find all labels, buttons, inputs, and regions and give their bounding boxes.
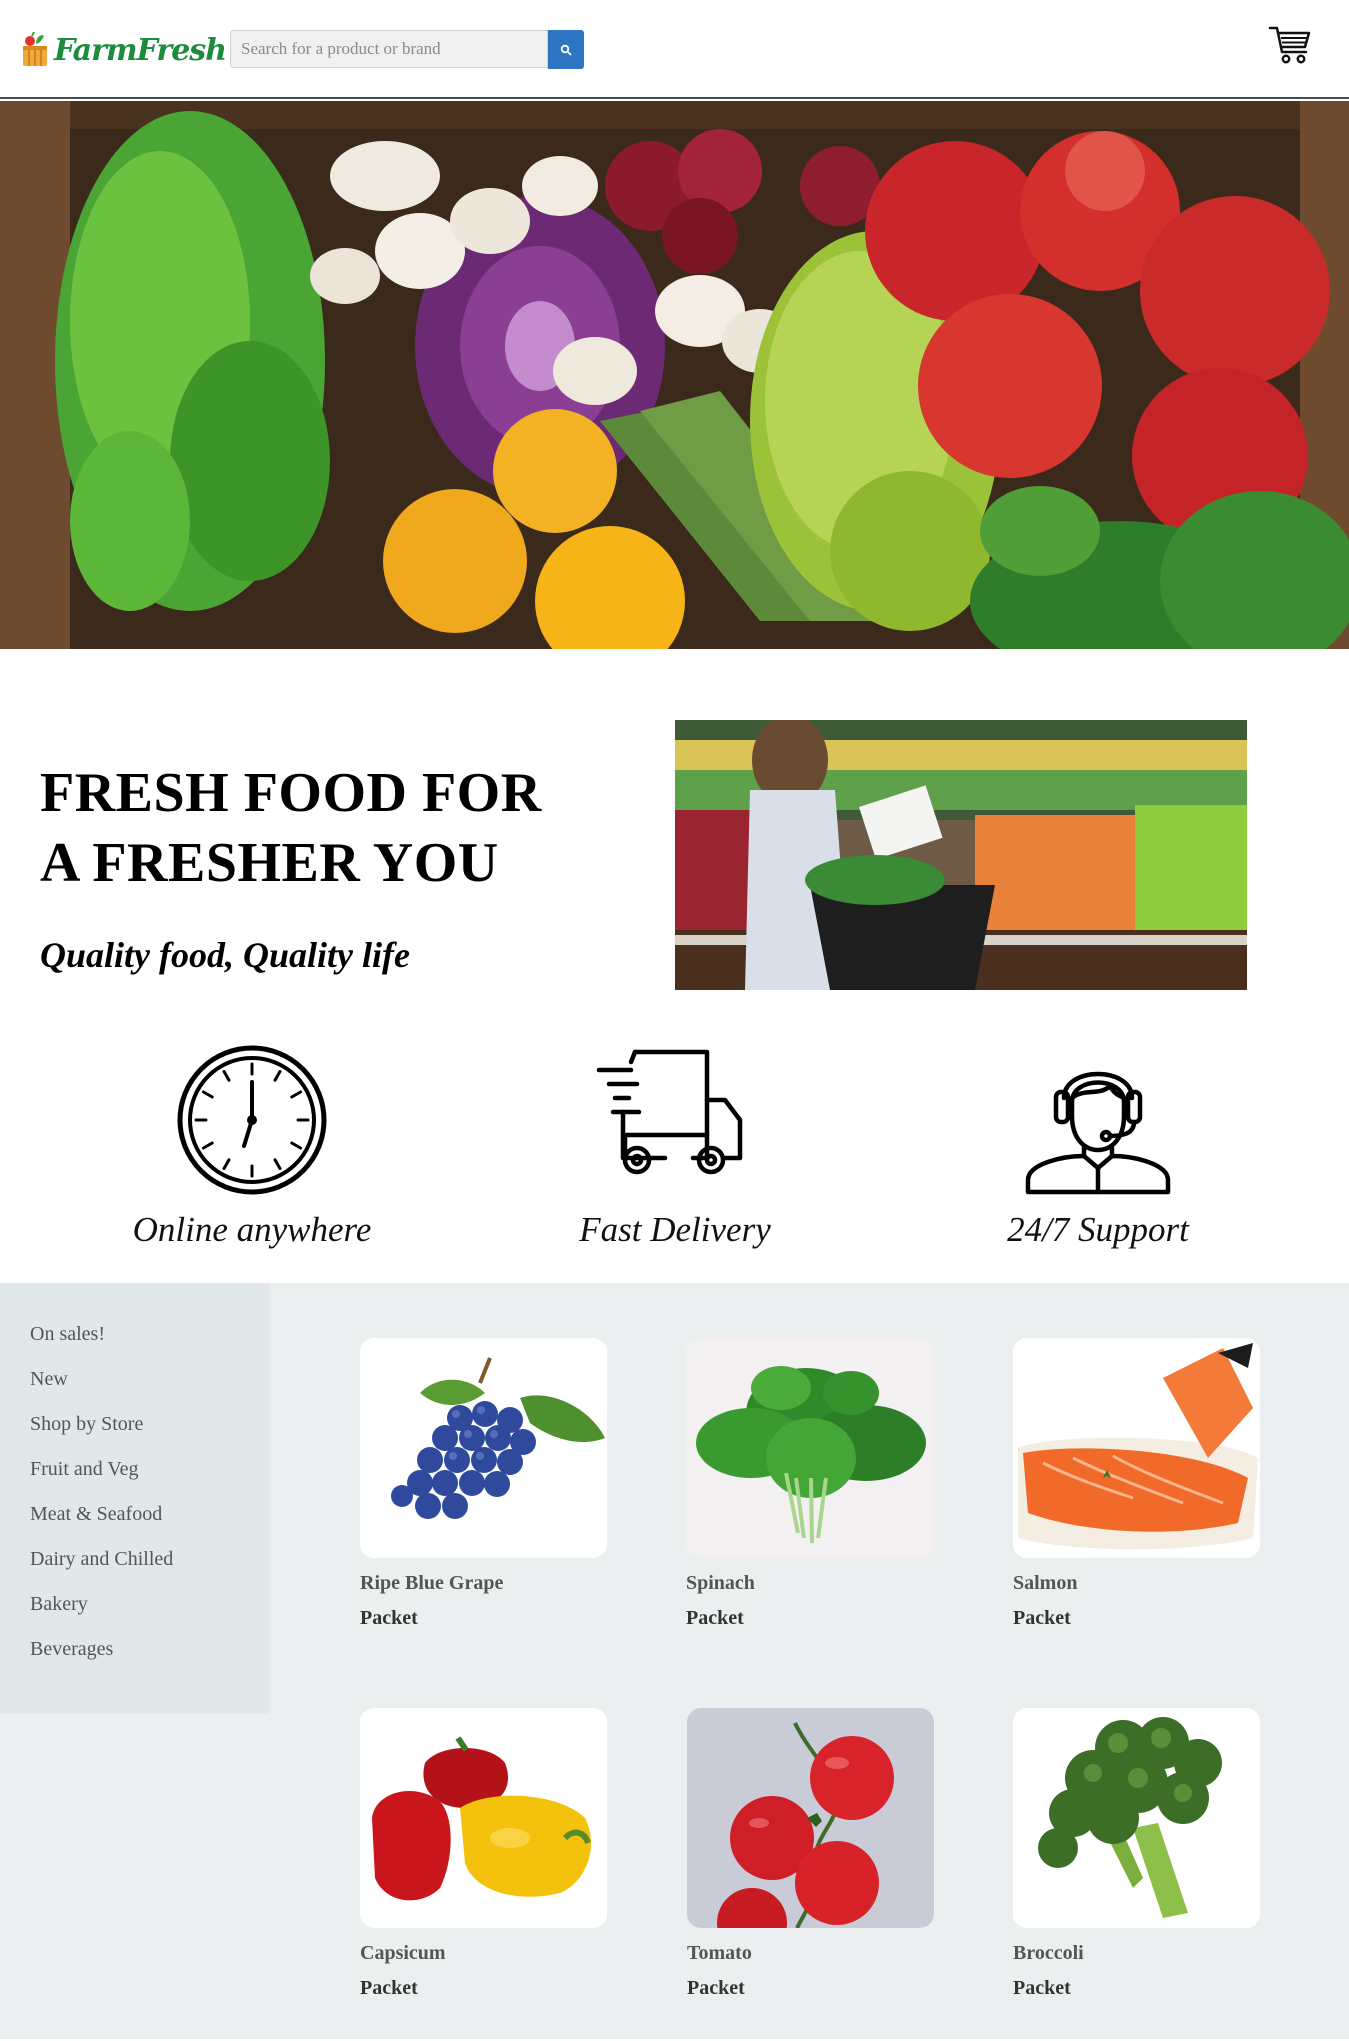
logo[interactable]: FarmFresh <box>20 28 227 72</box>
sidebar-item-on-sales[interactable]: On sales! <box>0 1321 270 1366</box>
product-name: Broccoli <box>1013 1942 1084 1964</box>
sidebar-item-bakery[interactable]: Bakery <box>0 1591 270 1636</box>
sidebar-item-shop-by-store[interactable]: Shop by Store <box>0 1411 270 1456</box>
product-image-grape[interactable] <box>360 1338 607 1558</box>
shopping-cart-icon[interactable] <box>1268 24 1312 66</box>
sidebar-item-beverages[interactable]: Beverages <box>0 1636 270 1681</box>
product-image-capsicum[interactable] <box>360 1708 607 1928</box>
intro-title: FRESH FOOD FOR A FRESHER YOU <box>40 758 600 898</box>
product-unit: Packet <box>360 1607 418 1629</box>
product-unit: Packet <box>687 1977 745 1999</box>
sidebar-item-dairy-chilled[interactable]: Dairy and Chilled <box>0 1546 270 1591</box>
clock-icon <box>172 1040 332 1200</box>
product-card[interactable]: Ripe Blue Grape Packet <box>360 1338 607 1630</box>
product-card[interactable]: Spinach Packet <box>686 1338 933 1630</box>
search-icon <box>560 44 572 56</box>
product-unit: Packet <box>360 1977 418 1999</box>
product-card[interactable]: Salmon Packet <box>1013 1338 1260 1630</box>
intro-title-line2: A FRESHER YOU <box>40 832 499 894</box>
product-image-spinach[interactable] <box>686 1338 933 1558</box>
delivery-truck-icon <box>595 1040 755 1200</box>
product-image-broccoli[interactable] <box>1013 1708 1260 1928</box>
product-unit: Packet <box>686 1607 744 1629</box>
sidebar-item-new[interactable]: New <box>0 1366 270 1411</box>
search-input[interactable] <box>230 30 548 68</box>
feature-fast-delivery: Fast Delivery <box>505 1040 845 1250</box>
basket-logo-icon <box>20 32 50 68</box>
product-unit: Packet <box>1013 1977 1071 1999</box>
product-name: Capsicum <box>360 1942 446 1964</box>
product-card[interactable]: Broccoli Packet <box>1013 1708 1260 2000</box>
product-image-salmon[interactable] <box>1013 1338 1260 1558</box>
category-sidebar: On sales! New Shop by Store Fruit and Ve… <box>0 1283 270 1714</box>
shopper-photo <box>675 720 1247 990</box>
feature-support: 24/7 Support <box>928 1040 1268 1250</box>
feature-label: Fast Delivery <box>579 1210 771 1249</box>
intro-subtitle: Quality food, Quality life <box>40 935 410 975</box>
intro-title-line1: FRESH FOOD FOR <box>40 762 542 824</box>
feature-label: Online anywhere <box>132 1210 372 1249</box>
feature-online-anywhere: Online anywhere <box>82 1040 422 1250</box>
product-card[interactable]: Tomato Packet <box>687 1708 934 2000</box>
product-image-tomato[interactable] <box>687 1708 934 1928</box>
sidebar-item-fruit-and-veg[interactable]: Fruit and Veg <box>0 1456 270 1501</box>
product-name: Tomato <box>687 1942 752 1964</box>
sidebar-item-meat-seafood[interactable]: Meat & Seafood <box>0 1501 270 1546</box>
product-card[interactable]: Capsicum Packet <box>360 1708 607 2000</box>
logo-text: FarmFresh <box>54 32 227 68</box>
shop-section: On sales! New Shop by Store Fruit and Ve… <box>0 1283 1349 2039</box>
site-header: FarmFresh <box>0 0 1349 99</box>
hero-banner-image <box>0 101 1349 649</box>
product-name: Salmon <box>1013 1572 1078 1594</box>
product-name: Ripe Blue Grape <box>360 1572 504 1594</box>
product-unit: Packet <box>1013 1607 1071 1629</box>
product-name: Spinach <box>686 1572 755 1594</box>
feature-label: 24/7 Support <box>1007 1210 1189 1249</box>
support-headset-icon <box>1018 1040 1178 1200</box>
search-button[interactable] <box>548 30 584 69</box>
